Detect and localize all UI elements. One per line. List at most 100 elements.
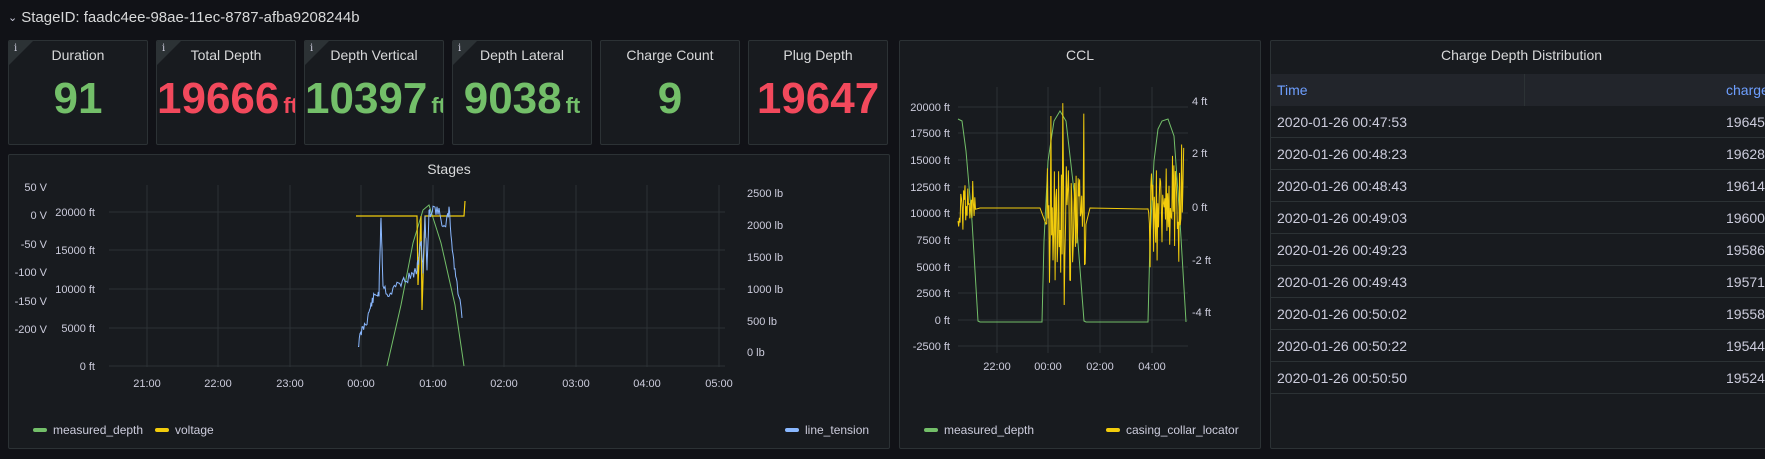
table-row[interactable]: 2020-01-26 00:49:43 19571 bbox=[1271, 266, 1765, 298]
stat-value: 9 bbox=[601, 77, 739, 121]
stat-value: 91 bbox=[9, 77, 147, 121]
cell-time: 2020-01-26 00:48:43 bbox=[1277, 178, 1407, 194]
y-axis-label: 10000 ft bbox=[910, 208, 950, 220]
stat-title: Depth Vertical bbox=[330, 47, 418, 63]
y2-axis-label: 500 lb bbox=[747, 316, 777, 328]
x-axis-label: 00:00 bbox=[1034, 361, 1062, 373]
stat-value: 9038 ft bbox=[453, 77, 591, 121]
table-row[interactable]: 2020-01-26 00:50:02 19558 bbox=[1271, 298, 1765, 330]
cell-time: 2020-01-26 00:49:23 bbox=[1277, 242, 1407, 258]
x-axis-label: 04:00 bbox=[633, 378, 661, 390]
legend-swatch bbox=[155, 428, 169, 432]
legend-label: measured_depth bbox=[53, 423, 144, 437]
stat-number: 9 bbox=[657, 74, 683, 123]
x-axis-label: 03:00 bbox=[562, 378, 590, 390]
stat-title: Duration bbox=[51, 47, 105, 63]
series-line-tension bbox=[358, 205, 463, 347]
charge-depth-table-panel: Charge Depth Distribution Time charge 20… bbox=[1270, 40, 1765, 449]
cell-time: 2020-01-26 00:50:02 bbox=[1277, 306, 1407, 322]
y2-axis-label: -2 ft bbox=[1192, 255, 1211, 267]
legend-item-measured-depth[interactable]: measured_depth bbox=[33, 423, 143, 437]
legend-label: casing_collar_locator bbox=[1126, 423, 1239, 437]
cell-time: 2020-01-26 00:48:23 bbox=[1277, 146, 1407, 162]
cell-time: 2020-01-26 00:49:03 bbox=[1277, 210, 1407, 226]
stat-value: 19666ft bbox=[157, 77, 295, 121]
x-axis-label: 21:00 bbox=[133, 378, 161, 390]
table-row[interactable]: 2020-01-26 00:50:50 19524 bbox=[1271, 362, 1765, 394]
x-axis-label: 01:00 bbox=[419, 378, 447, 390]
y-axis-label: 5000 ft bbox=[61, 323, 95, 335]
table-row[interactable]: 2020-01-26 00:48:23 19628 bbox=[1271, 138, 1765, 170]
y-axis-label: -100 V bbox=[15, 267, 48, 279]
cell-time: 2020-01-26 00:50:50 bbox=[1277, 370, 1407, 386]
y-axis-label: 2500 ft bbox=[916, 288, 950, 300]
ccl-chart[interactable]: 20000 ft 17500 ft 15000 ft 12500 ft 10000 ft… bbox=[900, 41, 1260, 448]
stat-panel: Charge Count 9 bbox=[600, 40, 740, 145]
x-axis-label: 00:00 bbox=[347, 378, 375, 390]
stages-chart[interactable]: 20000 ft 15000 ft 10000 ft 5000 ft 0 ft 50 V 0… bbox=[9, 155, 889, 448]
row-title: StageID: faadc4ee-98ae-11ec-8787-afba920… bbox=[21, 8, 360, 26]
cell-charge: 19628 bbox=[1726, 146, 1765, 162]
stat-title: Plug Depth bbox=[783, 47, 853, 63]
legend-swatch bbox=[924, 428, 938, 432]
stat-value: 19647 bbox=[749, 77, 887, 121]
table-row[interactable]: 2020-01-26 00:50:22 19544 bbox=[1271, 330, 1765, 362]
legend-label: measured_depth bbox=[944, 423, 1035, 437]
x-axis-label: 05:00 bbox=[705, 378, 733, 390]
stat-unit: ft bbox=[431, 93, 443, 118]
stat-value: 10397ft bbox=[305, 77, 443, 121]
y2-axis-label: 4 ft bbox=[1192, 96, 1207, 108]
legend-item-measured-depth[interactable]: measured_depth bbox=[924, 423, 1034, 437]
y-axis-label: 0 V bbox=[30, 210, 47, 222]
y-axis-label: 0 ft bbox=[935, 315, 950, 327]
table-header: Time charge bbox=[1271, 74, 1765, 106]
stat-number: 91 bbox=[53, 74, 103, 123]
y-axis-label: 50 V bbox=[24, 182, 47, 194]
table-row[interactable]: 2020-01-26 00:49:03 19600 bbox=[1271, 202, 1765, 234]
legend-label: voltage bbox=[175, 423, 214, 437]
x-axis-label: 02:00 bbox=[490, 378, 518, 390]
cell-charge: 19645 bbox=[1726, 114, 1765, 130]
x-axis-label: 23:00 bbox=[276, 378, 304, 390]
legend-swatch bbox=[785, 428, 799, 432]
ccl-panel: CCL 20000 ft 17500 ft 15000 ft 12500 ft 1000… bbox=[899, 40, 1261, 449]
stages-panel: Stages 20000 ft 15000 ft 10000 ft 5000 ft 0 … bbox=[8, 154, 890, 449]
y-axis-label: 0 ft bbox=[80, 361, 95, 373]
stat-unit: ft bbox=[283, 93, 295, 118]
y2-axis-label: 2 ft bbox=[1192, 148, 1207, 160]
stat-number: 19666 bbox=[157, 74, 280, 123]
column-header-time[interactable]: Time bbox=[1277, 82, 1308, 98]
column-resize-handle[interactable] bbox=[1524, 74, 1525, 106]
stat-number: 9038 bbox=[463, 74, 562, 123]
stat-title: Depth Lateral bbox=[479, 47, 565, 63]
y-axis-label: 20000 ft bbox=[55, 207, 95, 219]
y2-axis-label: 2500 lb bbox=[747, 188, 783, 200]
legend-item-line-tension[interactable]: line_tension bbox=[785, 423, 869, 437]
stat-number: 10397 bbox=[305, 74, 428, 123]
cell-charge: 19558 bbox=[1726, 306, 1765, 322]
y-axis-label: -2500 ft bbox=[913, 341, 950, 353]
stat-panel: iDepth Vertical 10397ft bbox=[304, 40, 444, 145]
row-header[interactable]: ⌄ StageID: faadc4ee-98ae-11ec-8787-afba9… bbox=[8, 6, 360, 28]
table-row[interactable]: 2020-01-26 00:47:53 19645 bbox=[1271, 106, 1765, 138]
x-axis-label: 04:00 bbox=[1138, 361, 1166, 373]
table-body: 2020-01-26 00:47:53 19645 2020-01-26 00:4… bbox=[1271, 106, 1765, 394]
stat-panel: i Depth Lateral 9038 ft bbox=[452, 40, 592, 145]
x-axis-label: 22:00 bbox=[204, 378, 232, 390]
stat-panel: i Duration 91 bbox=[8, 40, 148, 145]
y2-axis-label: 0 lb bbox=[747, 347, 765, 359]
column-header-charge[interactable]: charge bbox=[1726, 82, 1765, 98]
legend-swatch bbox=[1106, 428, 1120, 432]
x-axis-label: 02:00 bbox=[1086, 361, 1114, 373]
legend-item-voltage[interactable]: voltage bbox=[155, 423, 214, 437]
table-row[interactable]: 2020-01-26 00:49:23 19586 bbox=[1271, 234, 1765, 266]
y2-axis-label: 1500 lb bbox=[747, 252, 783, 264]
y-axis-label: 7500 ft bbox=[916, 235, 950, 247]
y2-axis-label: 2000 lb bbox=[747, 220, 783, 232]
table-row[interactable]: 2020-01-26 00:48:43 19614 bbox=[1271, 170, 1765, 202]
y2-axis-label: 1000 lb bbox=[747, 284, 783, 296]
cell-charge: 19524 bbox=[1726, 370, 1765, 386]
legend-item-casing-collar-locator[interactable]: casing_collar_locator bbox=[1106, 423, 1239, 437]
cell-charge: 19571 bbox=[1726, 274, 1765, 290]
chevron-down-icon[interactable]: ⌄ bbox=[8, 11, 17, 24]
